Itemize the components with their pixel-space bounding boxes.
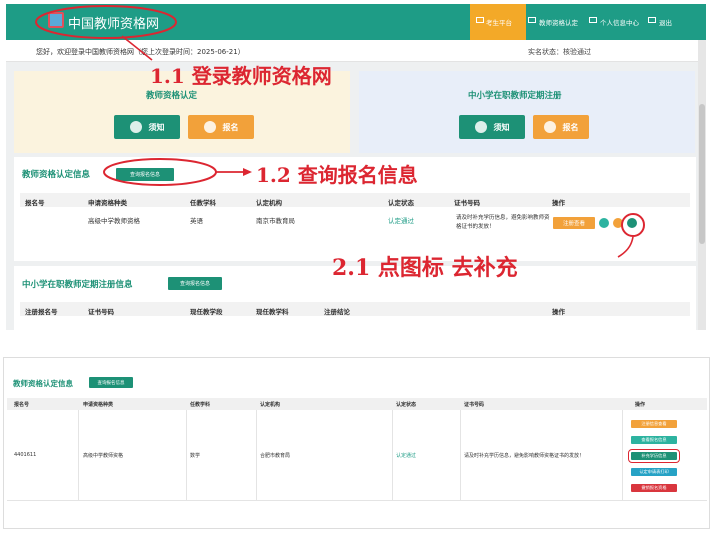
annotation-circle-supplement-icon [621,213,645,237]
col-header: 证书号码 [464,402,485,408]
cell-agency: 合肥市教育局 [260,453,291,459]
cell-subject: 数学 [190,453,201,459]
cancel-registration-button[interactable]: 撤销报名资格 [631,484,677,492]
col-divider [78,410,79,500]
cell-qualification: 高级中学教师资格 [83,453,124,459]
cell-status-link[interactable]: 认定通过 [396,452,416,459]
bottom-section-title: 教师资格认定信息 [13,379,73,388]
annotation-step-2-1: 2.1 点图标 去补充 [332,255,518,281]
annotation-step-1-1: 1.1 登录教师资格网 [150,64,332,88]
col-divider [186,410,187,500]
col-divider [460,410,461,500]
bottom-query-button[interactable]: 查询报名信息 [89,377,133,388]
register-info-view-button[interactable]: 注册信息查看 [631,420,677,428]
annotation-arrow-supplement [617,236,634,258]
col-header: 报名号 [14,402,30,408]
col-header: 任教学科 [190,402,211,408]
annotation-circle-site-title [35,5,177,39]
annotation-step-1-2: 1.2 查询报名信息 [256,163,418,187]
view-registration-button[interactable]: 查看报名信息 [631,436,677,444]
row-divider [7,500,707,501]
col-header: 申请资格种类 [83,402,114,408]
col-divider [622,410,623,500]
website-screenshot-bottom: 教师资格认定信息 查询报名信息 报名号 申请资格种类 任教学科 认定机构 认定状… [3,357,710,529]
print-application-button[interactable]: 认定申请表打印 [631,468,677,476]
col-header: 认定状态 [396,402,417,408]
col-divider [392,410,393,500]
arrowhead-icon [243,168,252,176]
col-header: 操作 [635,402,646,408]
cell-cert-note: 请及时补充学历信息，避免影响教师资格证书的发放！ [464,453,585,459]
supplement-education-button[interactable]: 补充学历信息 [628,449,680,463]
cell-registration-id: 4401611 [14,452,37,458]
annotation-circle-query-button [103,158,217,186]
col-header: 认定机构 [260,402,281,408]
annotation-arrow-login [121,35,153,61]
col-divider [256,410,257,500]
